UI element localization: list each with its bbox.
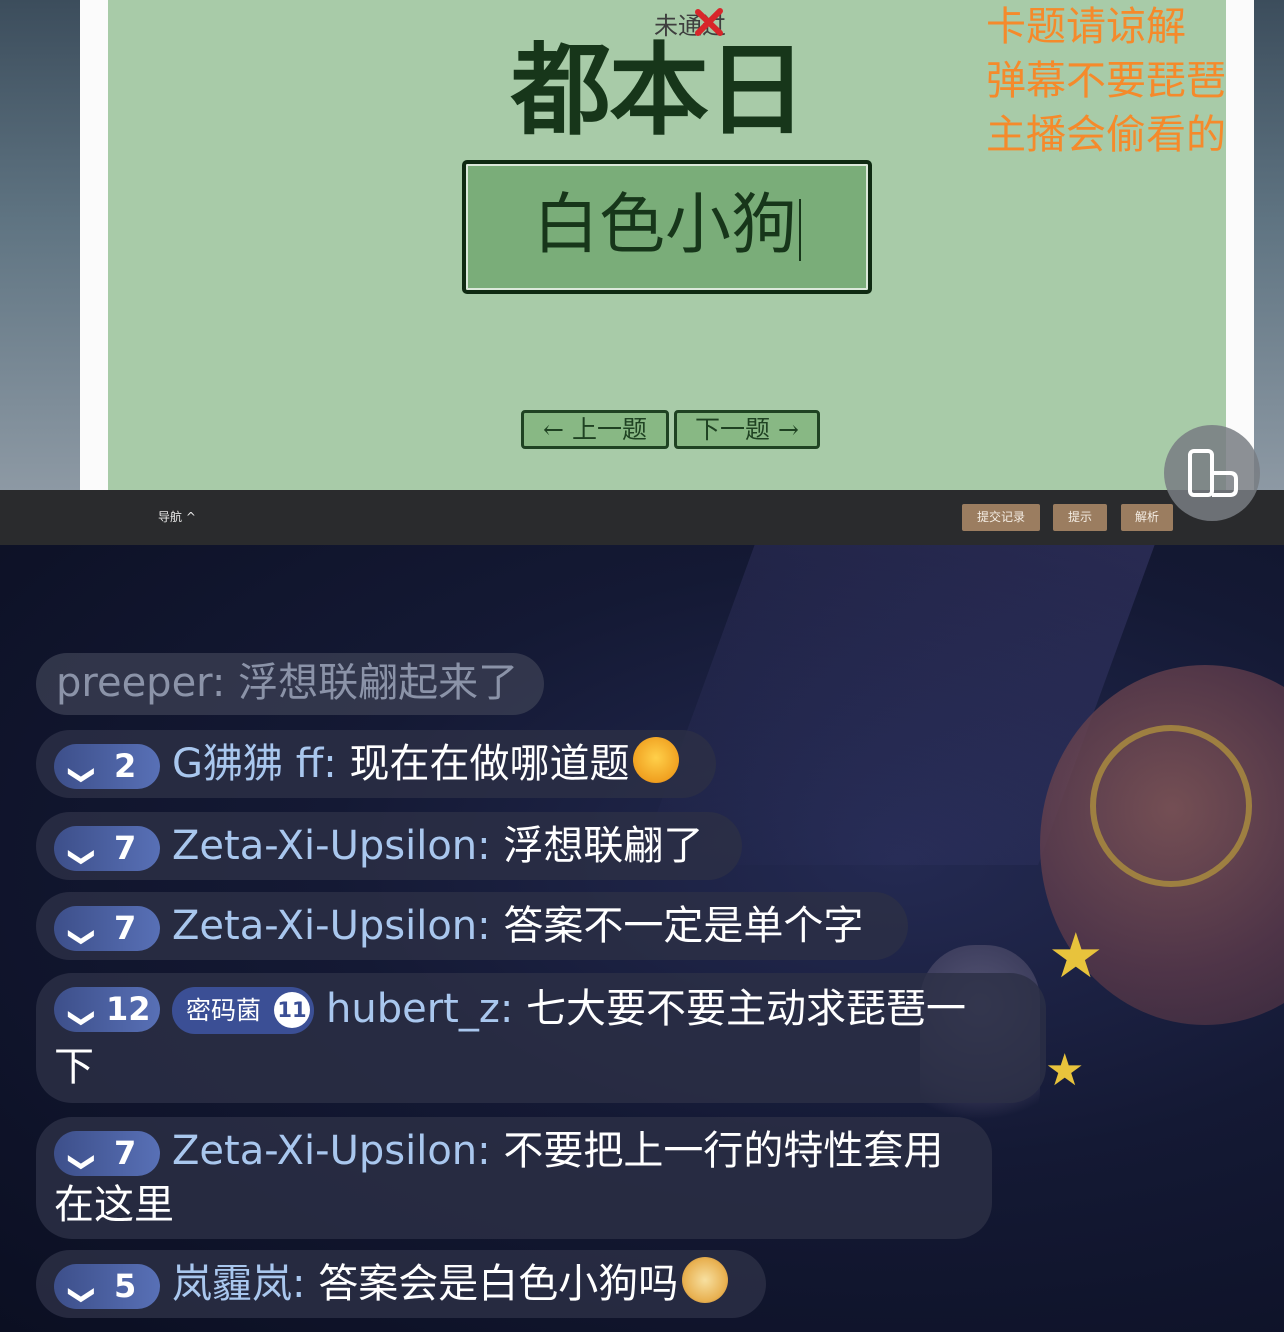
chat-message: ❯ 7 Zeta-Xi-Upsilon: 答案不一定是单个字	[36, 892, 908, 960]
answer-text: 白色小狗	[533, 186, 797, 263]
level-number: 12	[106, 990, 151, 1028]
chat-username: preeper:	[56, 660, 226, 706]
danmaku-chat: ★ ★ preeper: 浮想联翩起来了 ❯ 2 G狒狒 ff: 现在在做哪道题…	[0, 545, 1284, 1332]
chevron-down-icon: ❯	[66, 764, 97, 786]
submissions-button[interactable]: 提交记录	[962, 504, 1040, 531]
level-badge: ❯ 2	[54, 744, 160, 789]
doge-emoji-icon	[682, 1257, 729, 1303]
previous-question-button[interactable]: ← 上一题	[521, 410, 669, 449]
chat-username: Zeta-Xi-Upsilon:	[172, 903, 491, 949]
fan-medal-level: 11	[274, 992, 310, 1028]
rotate-screen-button[interactable]	[1164, 425, 1260, 521]
chat-text: 答案会是白色小狗吗	[305, 1261, 679, 1307]
question-text: 都本日	[511, 31, 807, 149]
level-badge: ❯ 7	[54, 1131, 160, 1176]
browser-frame-right	[1226, 0, 1254, 490]
chevron-down-icon: ❯	[66, 846, 97, 868]
chat-text-line2: 下	[54, 1044, 94, 1090]
next-question-button[interactable]: 下一题 →	[674, 410, 820, 449]
chat-message: ❯ 2 G狒狒 ff: 现在在做哪道题	[36, 730, 716, 798]
chat-text: 答案不一定是单个字	[490, 903, 864, 949]
chat-text: 浮想联翩起来了	[225, 660, 519, 706]
nav-toggle[interactable]: 导航 ^	[158, 508, 196, 525]
chat-username: 岚霾岚:	[172, 1261, 306, 1307]
chat-message: ❯ 12 密码菌 11 hubert_z: 七大要不要主动求琵琶一 下	[36, 973, 1046, 1103]
toolbar: 导航 ^ 提交记录 提示 解析	[0, 490, 1284, 545]
level-badge: ❯ 7	[54, 826, 160, 871]
chevron-down-icon: ❯	[66, 926, 97, 948]
level-badge: ❯ 12	[54, 987, 160, 1032]
analysis-button[interactable]: 解析	[1121, 504, 1173, 531]
fan-medal-name: 密码菌	[186, 996, 262, 1025]
chevron-down-icon: ❯	[66, 1151, 97, 1173]
chat-text: 七大要不要主动求琵琶一	[513, 986, 967, 1032]
level-number: 7	[114, 1134, 137, 1172]
level-number: 5	[114, 1267, 137, 1305]
browser-frame-left	[80, 0, 108, 490]
chat-username: Zeta-Xi-Upsilon:	[172, 1128, 491, 1174]
chevron-down-icon: ❯	[66, 1007, 97, 1029]
chat-username: G狒狒 ff:	[172, 741, 337, 787]
level-number: 2	[114, 747, 137, 785]
notice-line-2: 弹幕不要琵琶	[986, 58, 1226, 104]
text-cursor	[799, 199, 801, 261]
stream-screen: 未通过 都本日 白色小狗 ← 上一题 下一题 → 卡题请谅解 弹幕不要琵琶 主播…	[0, 0, 1284, 490]
chat-text-line2: 在这里	[54, 1182, 174, 1228]
chat-message: ❯ 5 岚霾岚: 答案会是白色小狗吗	[36, 1250, 766, 1318]
level-number: 7	[114, 829, 137, 867]
notice-line-3: 主播会偷看的	[986, 112, 1226, 158]
star-icon: ★	[1045, 1045, 1085, 1096]
level-badge: ❯ 7	[54, 906, 160, 951]
chevron-down-icon: ❯	[66, 1284, 97, 1306]
level-badge: ❯ 5	[54, 1264, 160, 1309]
starstruck-emoji-icon	[633, 737, 680, 783]
answer-input[interactable]: 白色小狗	[462, 160, 872, 294]
chat-message: ❯ 7 Zeta-Xi-Upsilon: 浮想联翩了	[36, 812, 742, 880]
chat-message: preeper: 浮想联翩起来了	[36, 653, 544, 715]
notice-line-1: 卡题请谅解	[986, 4, 1186, 50]
chat-text: 浮想联翩了	[490, 823, 704, 869]
hint-button[interactable]: 提示	[1053, 504, 1107, 531]
chat-username: Zeta-Xi-Upsilon:	[172, 823, 491, 869]
fan-medal-badge: 密码菌 11	[172, 987, 314, 1034]
level-number: 7	[114, 909, 137, 947]
rotate-screen-icon	[1188, 449, 1238, 497]
background-planet-ring	[1090, 725, 1252, 887]
chat-message: ❯ 7 Zeta-Xi-Upsilon: 不要把上一行的特性套用 在这里	[36, 1117, 992, 1239]
star-icon: ★	[1048, 919, 1104, 992]
chat-username: hubert_z:	[326, 986, 514, 1032]
chat-text: 不要把上一行的特性套用	[490, 1128, 944, 1174]
chat-text: 现在在做哪道题	[336, 741, 630, 787]
